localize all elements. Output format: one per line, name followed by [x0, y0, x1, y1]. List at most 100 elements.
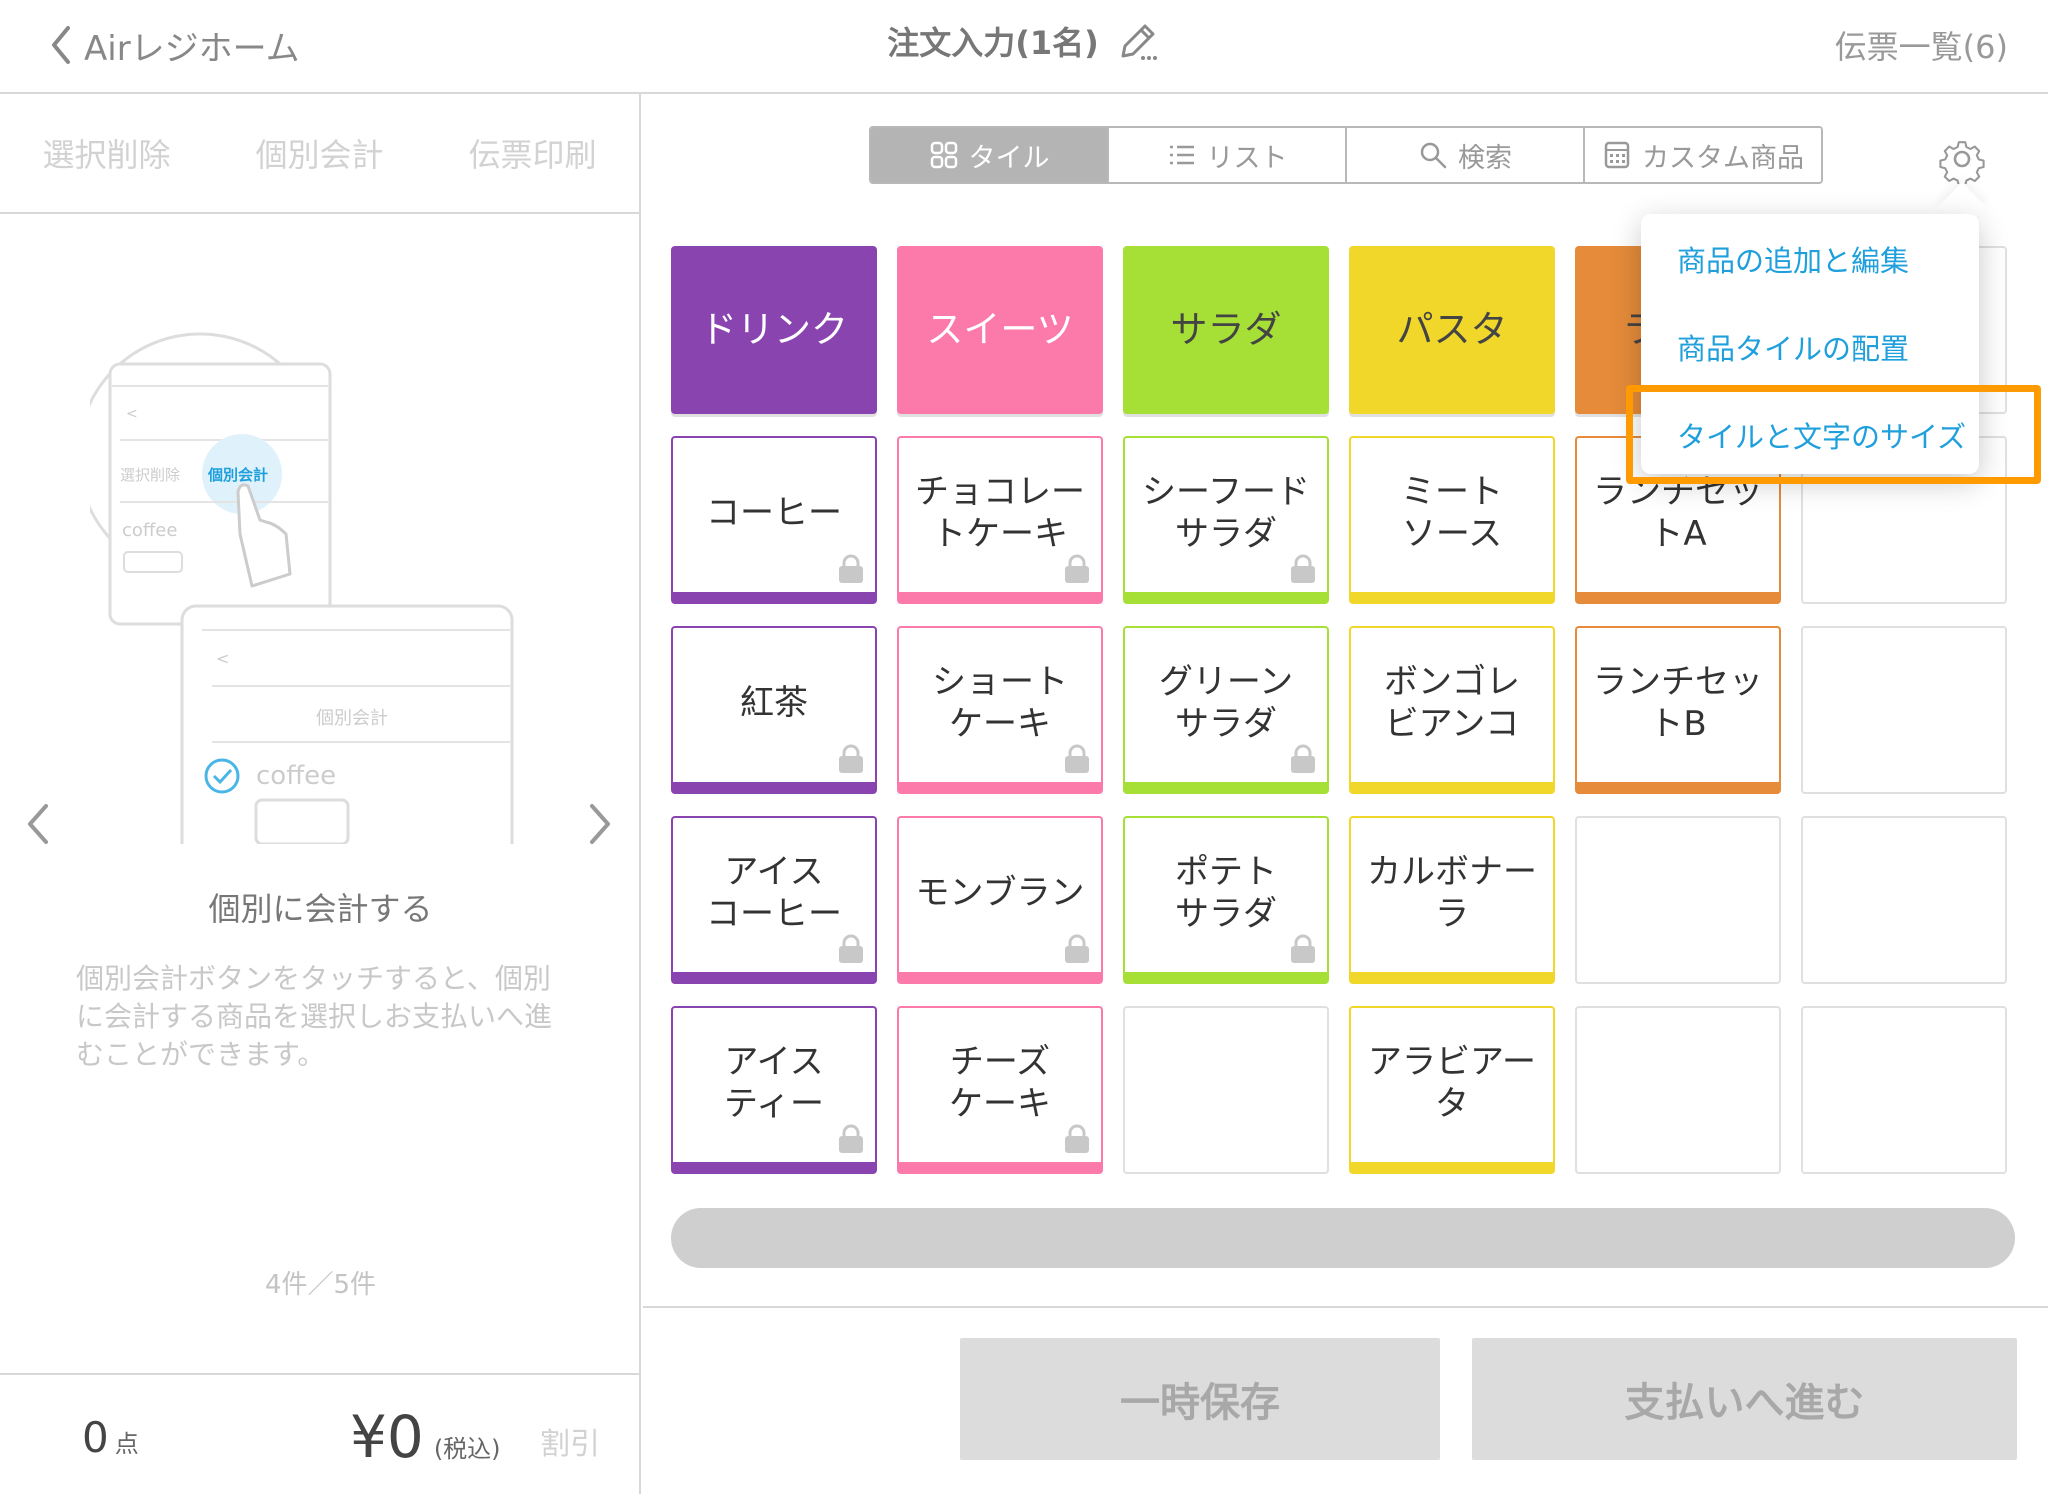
- tile-page-scrollbar[interactable]: [671, 1208, 2015, 1268]
- product-tile[interactable]: ランチセッ トB: [1575, 626, 1781, 794]
- product-tile-empty[interactable]: [1575, 1006, 1781, 1174]
- illus-split-pay-small: 個別会計: [316, 708, 388, 729]
- product-name-line: チーズ: [949, 1042, 1051, 1082]
- bag-icon: [1065, 744, 1089, 773]
- product-tile[interactable]: ボンゴレ ビアンコ: [1349, 626, 1555, 794]
- product-tile[interactable]: ポテト サラダ: [1123, 816, 1329, 984]
- bag-icon: [1065, 554, 1089, 583]
- product-name-line: ビアンコ: [1384, 704, 1520, 744]
- bag-icon: [839, 934, 863, 963]
- page-title-text: 注文入力(1名): [887, 24, 1099, 62]
- split-pay-button[interactable]: 個別会計: [213, 130, 426, 176]
- tab-tile[interactable]: タイル: [871, 128, 1109, 182]
- product-name-line: トA: [1649, 514, 1707, 554]
- product-tile[interactable]: グリーン サラダ: [1123, 626, 1329, 794]
- product-tile[interactable]: アイス コーヒー: [671, 816, 877, 984]
- product-name: アイス コーヒー: [706, 851, 842, 935]
- product-tile[interactable]: モンブラン: [897, 816, 1103, 984]
- product-name-line: トB: [1649, 704, 1707, 744]
- illus-item1: coffee: [256, 761, 336, 791]
- guide-description: 個別会計ボタンをタッチすると、個別に会計する商品を選択しお支払いへ進むことができ…: [76, 962, 553, 1071]
- category-label: サラダ: [1170, 308, 1282, 351]
- product-name: ポテト サラダ: [1175, 851, 1277, 935]
- product-name-line: ティー: [724, 1084, 824, 1124]
- category-tile[interactable]: ドリンク: [671, 246, 877, 414]
- product-tile[interactable]: カルボナーラ: [1349, 816, 1555, 984]
- product-name: アイス ティー: [724, 1041, 824, 1125]
- category-tile[interactable]: サラダ: [1123, 246, 1329, 414]
- split-pay-illustration: < 選択削除 個別会計 coffee < 個別会計 coffee: [90, 332, 514, 844]
- product-tile[interactable]: ショート ケーキ: [897, 626, 1103, 794]
- search-icon: [1420, 142, 1447, 169]
- order-pane: 選択削除 個別会計 伝票印刷 < 選択削除 個別会計 coffee < 個別会計…: [0, 94, 641, 1494]
- product-name-line: アイス: [724, 1042, 824, 1082]
- product-name-line: チョコレー: [915, 472, 1085, 512]
- tab-tile-label: タイル: [968, 142, 1050, 174]
- product-name-line: コーヒー: [706, 894, 842, 934]
- product-tile[interactable]: シーフード サラダ: [1123, 436, 1329, 604]
- prev-guide-arrow[interactable]: [18, 794, 58, 854]
- tab-custom-product[interactable]: カスタム商品: [1585, 128, 1821, 182]
- calculator-icon: [1604, 141, 1630, 169]
- product-tile-empty[interactable]: [1575, 816, 1781, 984]
- product-name-line: 紅茶: [740, 683, 808, 723]
- product-name-line: ミート: [1401, 472, 1503, 512]
- illus-item1-small: coffee: [122, 520, 177, 541]
- item-count-value: 0: [82, 1413, 109, 1462]
- bag-icon: [1065, 1124, 1089, 1153]
- product-tile[interactable]: アイス ティー: [671, 1006, 877, 1174]
- bag-icon: [839, 744, 863, 773]
- product-tile-empty[interactable]: [1801, 1006, 2007, 1174]
- discount-button[interactable]: 割引: [540, 1419, 600, 1463]
- product-tile-empty[interactable]: [1801, 626, 2007, 794]
- product-name-line: ケーキ: [949, 1084, 1051, 1124]
- select-delete-button[interactable]: 選択削除: [0, 130, 213, 176]
- print-slip-button[interactable]: 伝票印刷: [426, 130, 639, 176]
- bag-icon: [839, 554, 863, 583]
- product-name-line: タ: [1435, 1084, 1469, 1124]
- product-tile-empty[interactable]: [1123, 1006, 1329, 1174]
- product-tile-empty[interactable]: [1801, 816, 2007, 984]
- next-guide-arrow[interactable]: [580, 794, 620, 854]
- product-name: ショート ケーキ: [932, 661, 1068, 745]
- tab-custom-product-label: カスタム商品: [1642, 142, 1804, 174]
- product-tile[interactable]: チーズ ケーキ: [897, 1006, 1103, 1174]
- hold-order-button[interactable]: 一時保存: [960, 1338, 1440, 1460]
- gear-icon[interactable]: [1937, 134, 1987, 184]
- product-name: チーズ ケーキ: [949, 1041, 1051, 1125]
- tab-list[interactable]: リスト: [1109, 128, 1347, 182]
- product-name-line: ラ: [1435, 894, 1469, 934]
- product-tile[interactable]: 紅茶: [671, 626, 877, 794]
- menu-item-tile-layout[interactable]: 商品タイルの配置: [1677, 326, 1909, 368]
- product-name: コーヒー: [706, 492, 842, 534]
- edit-pencil-icon[interactable]: [1115, 18, 1161, 64]
- category-label: スイーツ: [926, 308, 1074, 351]
- order-total: ¥0 (税込): [350, 1403, 501, 1471]
- bag-icon: [1065, 934, 1089, 963]
- product-tile[interactable]: アラビアータ: [1349, 1006, 1555, 1174]
- product-name: 紅茶: [740, 682, 808, 724]
- product-name-line: ボンゴレ: [1384, 662, 1520, 702]
- menu-item-edit-products[interactable]: 商品の追加と編集: [1677, 238, 1909, 280]
- product-tile[interactable]: コーヒー: [671, 436, 877, 604]
- category-tile[interactable]: スイーツ: [897, 246, 1103, 414]
- product-name: シーフード サラダ: [1142, 471, 1310, 555]
- slip-list-button[interactable]: 伝票一覧(6): [1835, 22, 2008, 68]
- category-tile[interactable]: パスタ: [1349, 246, 1555, 414]
- product-name-line: グリーン: [1158, 662, 1294, 702]
- product-tile[interactable]: ミート ソース: [1349, 436, 1555, 604]
- product-name: ミート ソース: [1401, 471, 1503, 555]
- product-tile[interactable]: チョコレー トケーキ: [897, 436, 1103, 604]
- page-title[interactable]: 注文入力(1名): [0, 18, 2048, 64]
- product-name-line: ソース: [1401, 514, 1503, 554]
- product-name-line: モンブラン: [915, 873, 1085, 913]
- proceed-to-payment-button[interactable]: 支払いへ進む: [1472, 1338, 2017, 1460]
- guide-title: 個別に会計する: [208, 890, 433, 928]
- product-name-line: ランチセッ: [1593, 662, 1763, 702]
- product-name: アラビアータ: [1368, 1041, 1536, 1125]
- view-mode-tabs: タイル リスト 検索 カスタム商品: [869, 126, 1823, 184]
- product-name: チョコレー トケーキ: [915, 471, 1085, 555]
- tab-search[interactable]: 検索: [1347, 128, 1585, 182]
- tab-list-label: リスト: [1206, 142, 1288, 174]
- product-name-line: サラダ: [1175, 514, 1277, 554]
